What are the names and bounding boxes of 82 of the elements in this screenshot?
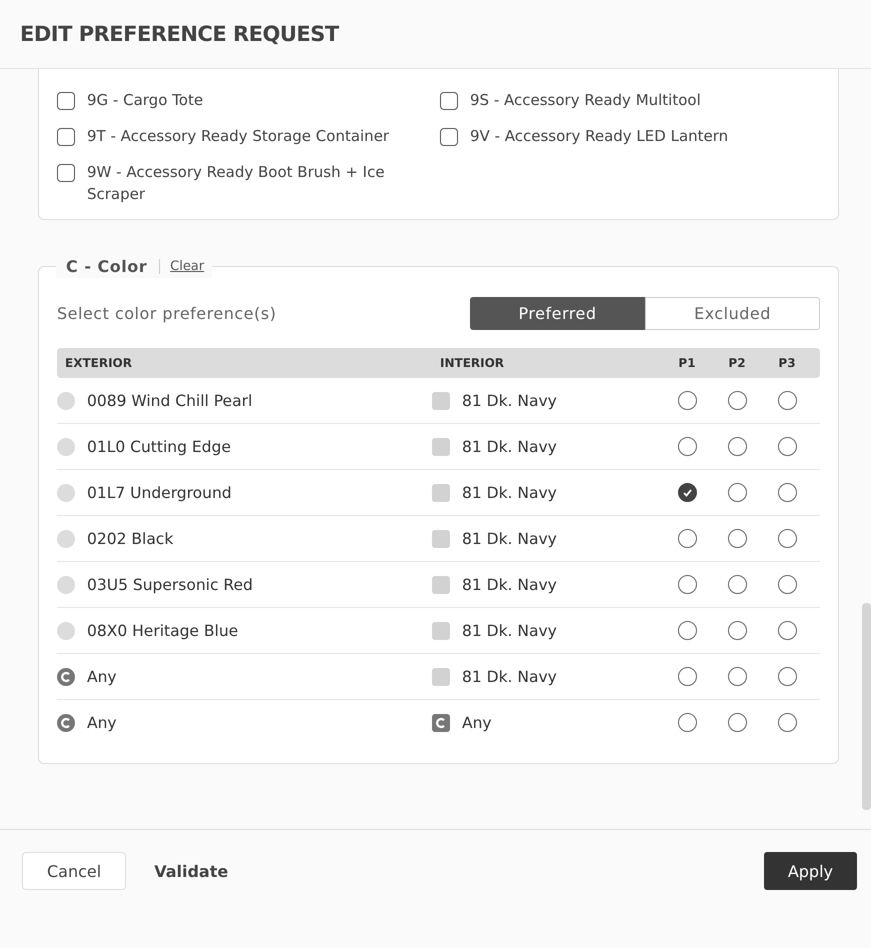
checkbox-label: 9W - Accessory Ready Boot Brush + Ice Scraper: [87, 162, 386, 205]
radio-button[interactable]: [728, 621, 746, 640]
radio-button[interactable]: [678, 437, 696, 456]
table-cell: Any: [87, 668, 117, 686]
checkbox[interactable]: [57, 92, 75, 110]
radio-button[interactable]: [728, 713, 746, 732]
table-cell: 01L0 Cutting Edge: [87, 438, 231, 456]
radio-button[interactable]: [728, 667, 746, 686]
checkbox[interactable]: [57, 128, 75, 146]
checkbox[interactable]: [57, 164, 75, 182]
radio-button[interactable]: [678, 621, 696, 640]
checkbox[interactable]: [440, 128, 458, 146]
mode-tab[interactable]: Preferred: [470, 297, 645, 330]
dialog-title: EDIT PREFERENCE REQUEST: [20, 22, 339, 46]
color-swatch-icon: [57, 530, 75, 548]
cancel-button[interactable]: Cancel: [22, 852, 126, 890]
table-cell: 0089 Wind Chill Pearl: [87, 392, 252, 410]
radio-button[interactable]: [678, 713, 696, 732]
checkbox-label: 9G - Cargo Tote: [87, 90, 204, 111]
color-swatch-icon: [432, 484, 450, 502]
color-swatch-icon: [432, 668, 450, 686]
section-legend: C - Color: [66, 256, 148, 276]
scrollbar[interactable]: [862, 603, 871, 810]
table-cell: Any: [462, 714, 492, 732]
radio-button[interactable]: [778, 713, 796, 732]
column-header: P3: [777, 356, 797, 370]
color-swatch-icon: [57, 438, 75, 456]
radio-button[interactable]: [778, 437, 796, 456]
validate-button[interactable]: Validate: [154, 852, 228, 890]
column-header: EXTERIOR: [65, 356, 133, 370]
any-color-icon: [57, 668, 75, 686]
color-swatch-icon: [57, 576, 75, 594]
column-header: INTERIOR: [440, 356, 506, 370]
table-cell: Any: [87, 714, 117, 732]
radio-button[interactable]: [728, 483, 746, 502]
table-cell: 08X0 Heritage Blue: [87, 622, 238, 640]
apply-button[interactable]: Apply: [764, 852, 857, 890]
table-cell: 81 Dk. Navy: [462, 576, 557, 594]
check-icon: [682, 488, 692, 496]
radio-button[interactable]: [678, 391, 696, 410]
table-cell: 03U5 Supersonic Red: [87, 576, 253, 594]
radio-button[interactable]: [678, 575, 696, 594]
table-cell: 0202 Black: [87, 530, 174, 548]
column-header: P1: [677, 356, 697, 370]
radio-button[interactable]: [728, 391, 746, 410]
table-cell: 81 Dk. Navy: [462, 530, 557, 548]
radio-button[interactable]: [728, 575, 746, 594]
radio-button[interactable]: [728, 437, 746, 456]
table-cell: 81 Dk. Navy: [462, 668, 557, 686]
table-cell: 01L7 Underground: [87, 484, 232, 502]
color-swatch-icon: [432, 530, 450, 548]
color-swatch-icon: [432, 622, 450, 640]
color-swatch-icon: [432, 576, 450, 594]
table-cell: 81 Dk. Navy: [462, 392, 557, 410]
table-cell: 81 Dk. Navy: [462, 438, 557, 456]
radio-button[interactable]: [778, 667, 796, 686]
color-swatch-icon: [57, 392, 75, 410]
column-header: P2: [727, 356, 747, 370]
radio-button[interactable]: [678, 529, 696, 548]
any-color-icon: [432, 714, 450, 732]
table-cell: 81 Dk. Navy: [462, 622, 557, 640]
radio-button[interactable]: [778, 575, 796, 594]
radio-button[interactable]: [728, 529, 746, 548]
prompt-text: Select color preference(s): [57, 304, 276, 323]
checkbox-label: 9T - Accessory Ready Storage Container: [87, 126, 390, 147]
radio-button[interactable]: [678, 667, 696, 686]
checkbox[interactable]: [440, 92, 458, 110]
any-color-icon: [57, 714, 75, 732]
radio-button[interactable]: [778, 483, 796, 502]
table-cell: 81 Dk. Navy: [462, 484, 557, 502]
radio-button[interactable]: [778, 391, 796, 410]
radio-button[interactable]: [678, 483, 696, 502]
color-swatch-icon: [57, 484, 75, 502]
checkbox-label: 9S - Accessory Ready Multitool: [470, 90, 701, 111]
color-swatch-icon: [432, 392, 450, 410]
radio-button[interactable]: [778, 529, 796, 548]
radio-button[interactable]: [778, 621, 796, 640]
color-swatch-icon: [57, 622, 75, 640]
color-swatch-icon: [432, 438, 450, 456]
clear-link[interactable]: Clear: [159, 258, 204, 274]
checkbox-label: 9V - Accessory Ready LED Lantern: [470, 126, 728, 147]
mode-tab[interactable]: Excluded: [645, 297, 820, 330]
